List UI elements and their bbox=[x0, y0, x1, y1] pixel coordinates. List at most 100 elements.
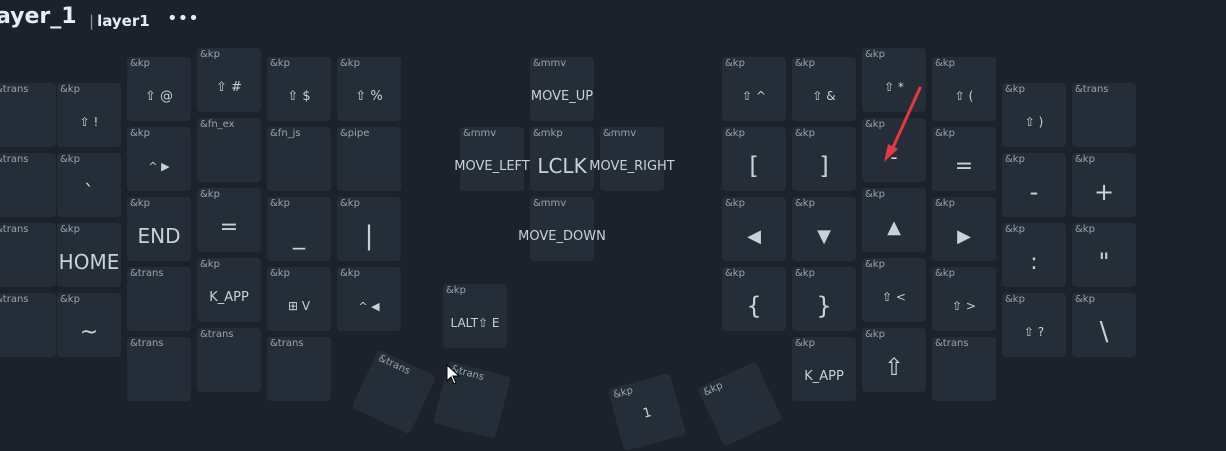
key-type: &kp bbox=[701, 380, 725, 399]
key-r1-2[interactable]: &kp ▼ bbox=[792, 197, 856, 261]
key-l3-3[interactable]: &kp K_APP bbox=[197, 258, 261, 322]
key-type: &trans bbox=[935, 338, 969, 349]
key-type: &kp bbox=[795, 58, 815, 69]
key-type: &mmv bbox=[463, 128, 497, 139]
key-r0-1[interactable]: &kp [ bbox=[722, 127, 786, 191]
key-r4-0[interactable]: &kp ⇧ ) bbox=[1002, 83, 1066, 147]
key-r4-2[interactable]: &kp: bbox=[1002, 223, 1066, 287]
key-type: &trans bbox=[130, 268, 164, 279]
key-r3-1[interactable]: &kp = bbox=[932, 127, 996, 191]
key-type: &kp bbox=[60, 84, 80, 95]
key-l5-1[interactable]: &pipe bbox=[337, 127, 401, 191]
key-l3-0[interactable]: &kp ⇧ # bbox=[197, 48, 261, 112]
thumb-key-3[interactable]: &kp 1 bbox=[607, 372, 687, 451]
key-type: &kp bbox=[200, 259, 220, 270]
key-label: MOVE_LEFT bbox=[454, 158, 530, 174]
key-r1-3[interactable]: &kp} bbox=[792, 267, 856, 331]
key-r3-2[interactable]: &kp ▶ bbox=[932, 197, 996, 261]
key-move-up[interactable]: &mmv MOVE_UP bbox=[530, 57, 594, 121]
key-l4-2[interactable]: &kp _ bbox=[267, 197, 331, 261]
key-r0-2[interactable]: &kp ◀ bbox=[722, 197, 786, 261]
key-l1-2[interactable]: &kp HOME bbox=[57, 223, 121, 287]
key-l3-1[interactable]: &fn_ex bbox=[197, 118, 261, 182]
key-type: &kp bbox=[725, 198, 745, 209]
key-label: + bbox=[1093, 178, 1115, 206]
key-r3-3[interactable]: &kp ⇧ > bbox=[932, 267, 996, 331]
key-move-left[interactable]: &mmv MOVE_LEFT bbox=[454, 127, 530, 191]
key-label: ⇧ ? bbox=[1023, 325, 1045, 339]
key-label: [ bbox=[749, 152, 759, 180]
key-label: ⇧ * bbox=[884, 80, 904, 94]
key-l5-0[interactable]: &kp ⇧ % bbox=[337, 57, 401, 121]
key-r5-1[interactable]: &kp + bbox=[1072, 153, 1136, 217]
key-l0-3[interactable]: &trans bbox=[0, 293, 56, 357]
key-l4-0[interactable]: &kp ⇧ $ bbox=[267, 57, 331, 121]
key-l2-1[interactable]: &kp ^ ▶ bbox=[127, 127, 191, 191]
key-lalt-e[interactable]: &kp LALT⇧ E bbox=[443, 284, 507, 348]
key-label: ◀ bbox=[747, 225, 761, 247]
key-l1-1[interactable]: &kp ` bbox=[57, 153, 121, 217]
key-l0-2[interactable]: &trans bbox=[0, 223, 56, 287]
key-label: - bbox=[890, 145, 898, 169]
key-type: &kp bbox=[1005, 154, 1025, 165]
key-move-down[interactable]: &mmv MOVE_DOWN bbox=[518, 197, 606, 261]
key-l0-1[interactable]: &trans bbox=[0, 153, 56, 217]
key-move-right[interactable]: &mmv MOVE_RIGHT bbox=[589, 127, 675, 191]
key-type: &kp bbox=[725, 128, 745, 139]
key-type: &kp bbox=[1005, 224, 1025, 235]
key-l2-2[interactable]: &kp END bbox=[127, 197, 191, 261]
key-type: &kp bbox=[795, 338, 815, 349]
key-type: &trans bbox=[200, 329, 234, 340]
thumb-key-2[interactable]: &trans bbox=[432, 360, 512, 440]
key-type: &kp bbox=[130, 128, 150, 139]
key-type: &kp bbox=[795, 198, 815, 209]
key-type: &kp bbox=[725, 268, 745, 279]
key-l0-0[interactable]: &trans bbox=[0, 83, 56, 147]
key-label: ^ ◀ bbox=[358, 299, 380, 313]
key-r1-1[interactable]: &kp] bbox=[792, 127, 856, 191]
key-l3-4[interactable]: &trans bbox=[197, 328, 261, 392]
key-r2-2[interactable]: &kp ▲ bbox=[862, 188, 926, 252]
key-l1-0[interactable]: &kp ⇧ ! bbox=[57, 83, 121, 147]
key-l4-4[interactable]: &trans bbox=[267, 337, 331, 401]
key-l4-3[interactable]: &kp ⊞ V bbox=[267, 267, 331, 331]
key-r2-0[interactable]: &kp ⇧ * bbox=[862, 48, 926, 112]
key-r1-4[interactable]: &kp K_APP bbox=[792, 337, 856, 401]
key-l2-0[interactable]: &kp ⇧ @ bbox=[127, 57, 191, 121]
more-options-icon[interactable]: ••• bbox=[167, 8, 199, 29]
key-r3-4[interactable]: &trans bbox=[932, 337, 996, 401]
key-label: _ bbox=[293, 222, 305, 250]
key-l3-2[interactable]: &kp = bbox=[197, 188, 261, 252]
key-r0-3[interactable]: &kp { bbox=[722, 267, 786, 331]
key-r5-3[interactable]: &kp \ bbox=[1072, 293, 1136, 357]
key-type: &kp bbox=[1075, 154, 1095, 165]
key-type: &trans bbox=[0, 294, 29, 305]
key-l1-3[interactable]: &kp ~ bbox=[57, 293, 121, 357]
key-r0-0[interactable]: &kp ⇧ ^ bbox=[722, 57, 786, 121]
key-l2-4[interactable]: &trans bbox=[127, 337, 191, 401]
key-type: &mmv bbox=[533, 198, 567, 209]
thumb-key-4[interactable]: &kp bbox=[697, 361, 783, 447]
key-r4-1[interactable]: &kp - bbox=[1002, 153, 1066, 217]
key-r5-2[interactable]: &kp " bbox=[1072, 223, 1136, 287]
key-r2-4[interactable]: &kp ⇧ bbox=[862, 328, 926, 392]
key-l5-3[interactable]: &kp ^ ◀ bbox=[337, 267, 401, 331]
key-r2-1[interactable]: &kp - bbox=[862, 118, 926, 182]
key-l4-1[interactable]: &fn_js bbox=[267, 127, 331, 191]
key-label: K_APP bbox=[209, 289, 249, 305]
key-label: ⇧ $ bbox=[287, 88, 311, 104]
key-r5-0[interactable]: &trans bbox=[1072, 83, 1136, 147]
key-l5-2[interactable]: &kp | bbox=[337, 197, 401, 261]
key-r2-3[interactable]: &kp ⇧ < bbox=[862, 258, 926, 322]
key-label: HOME bbox=[58, 250, 120, 274]
key-lclk[interactable]: &mkp LCLK bbox=[530, 127, 594, 191]
key-type: &mkp bbox=[533, 128, 563, 139]
key-r3-0[interactable]: &kp ⇧ ( bbox=[932, 57, 996, 121]
layer-name: | layer1 bbox=[89, 12, 150, 30]
key-r4-3[interactable]: &kp ⇧ ? bbox=[1002, 293, 1066, 357]
key-type: &kp bbox=[725, 58, 745, 69]
thumb-key-1[interactable]: &trans bbox=[351, 349, 437, 435]
key-r1-0[interactable]: &kp ⇧ & bbox=[792, 57, 856, 121]
key-l2-3[interactable]: &trans bbox=[127, 267, 191, 331]
key-type: &kp bbox=[612, 385, 635, 401]
